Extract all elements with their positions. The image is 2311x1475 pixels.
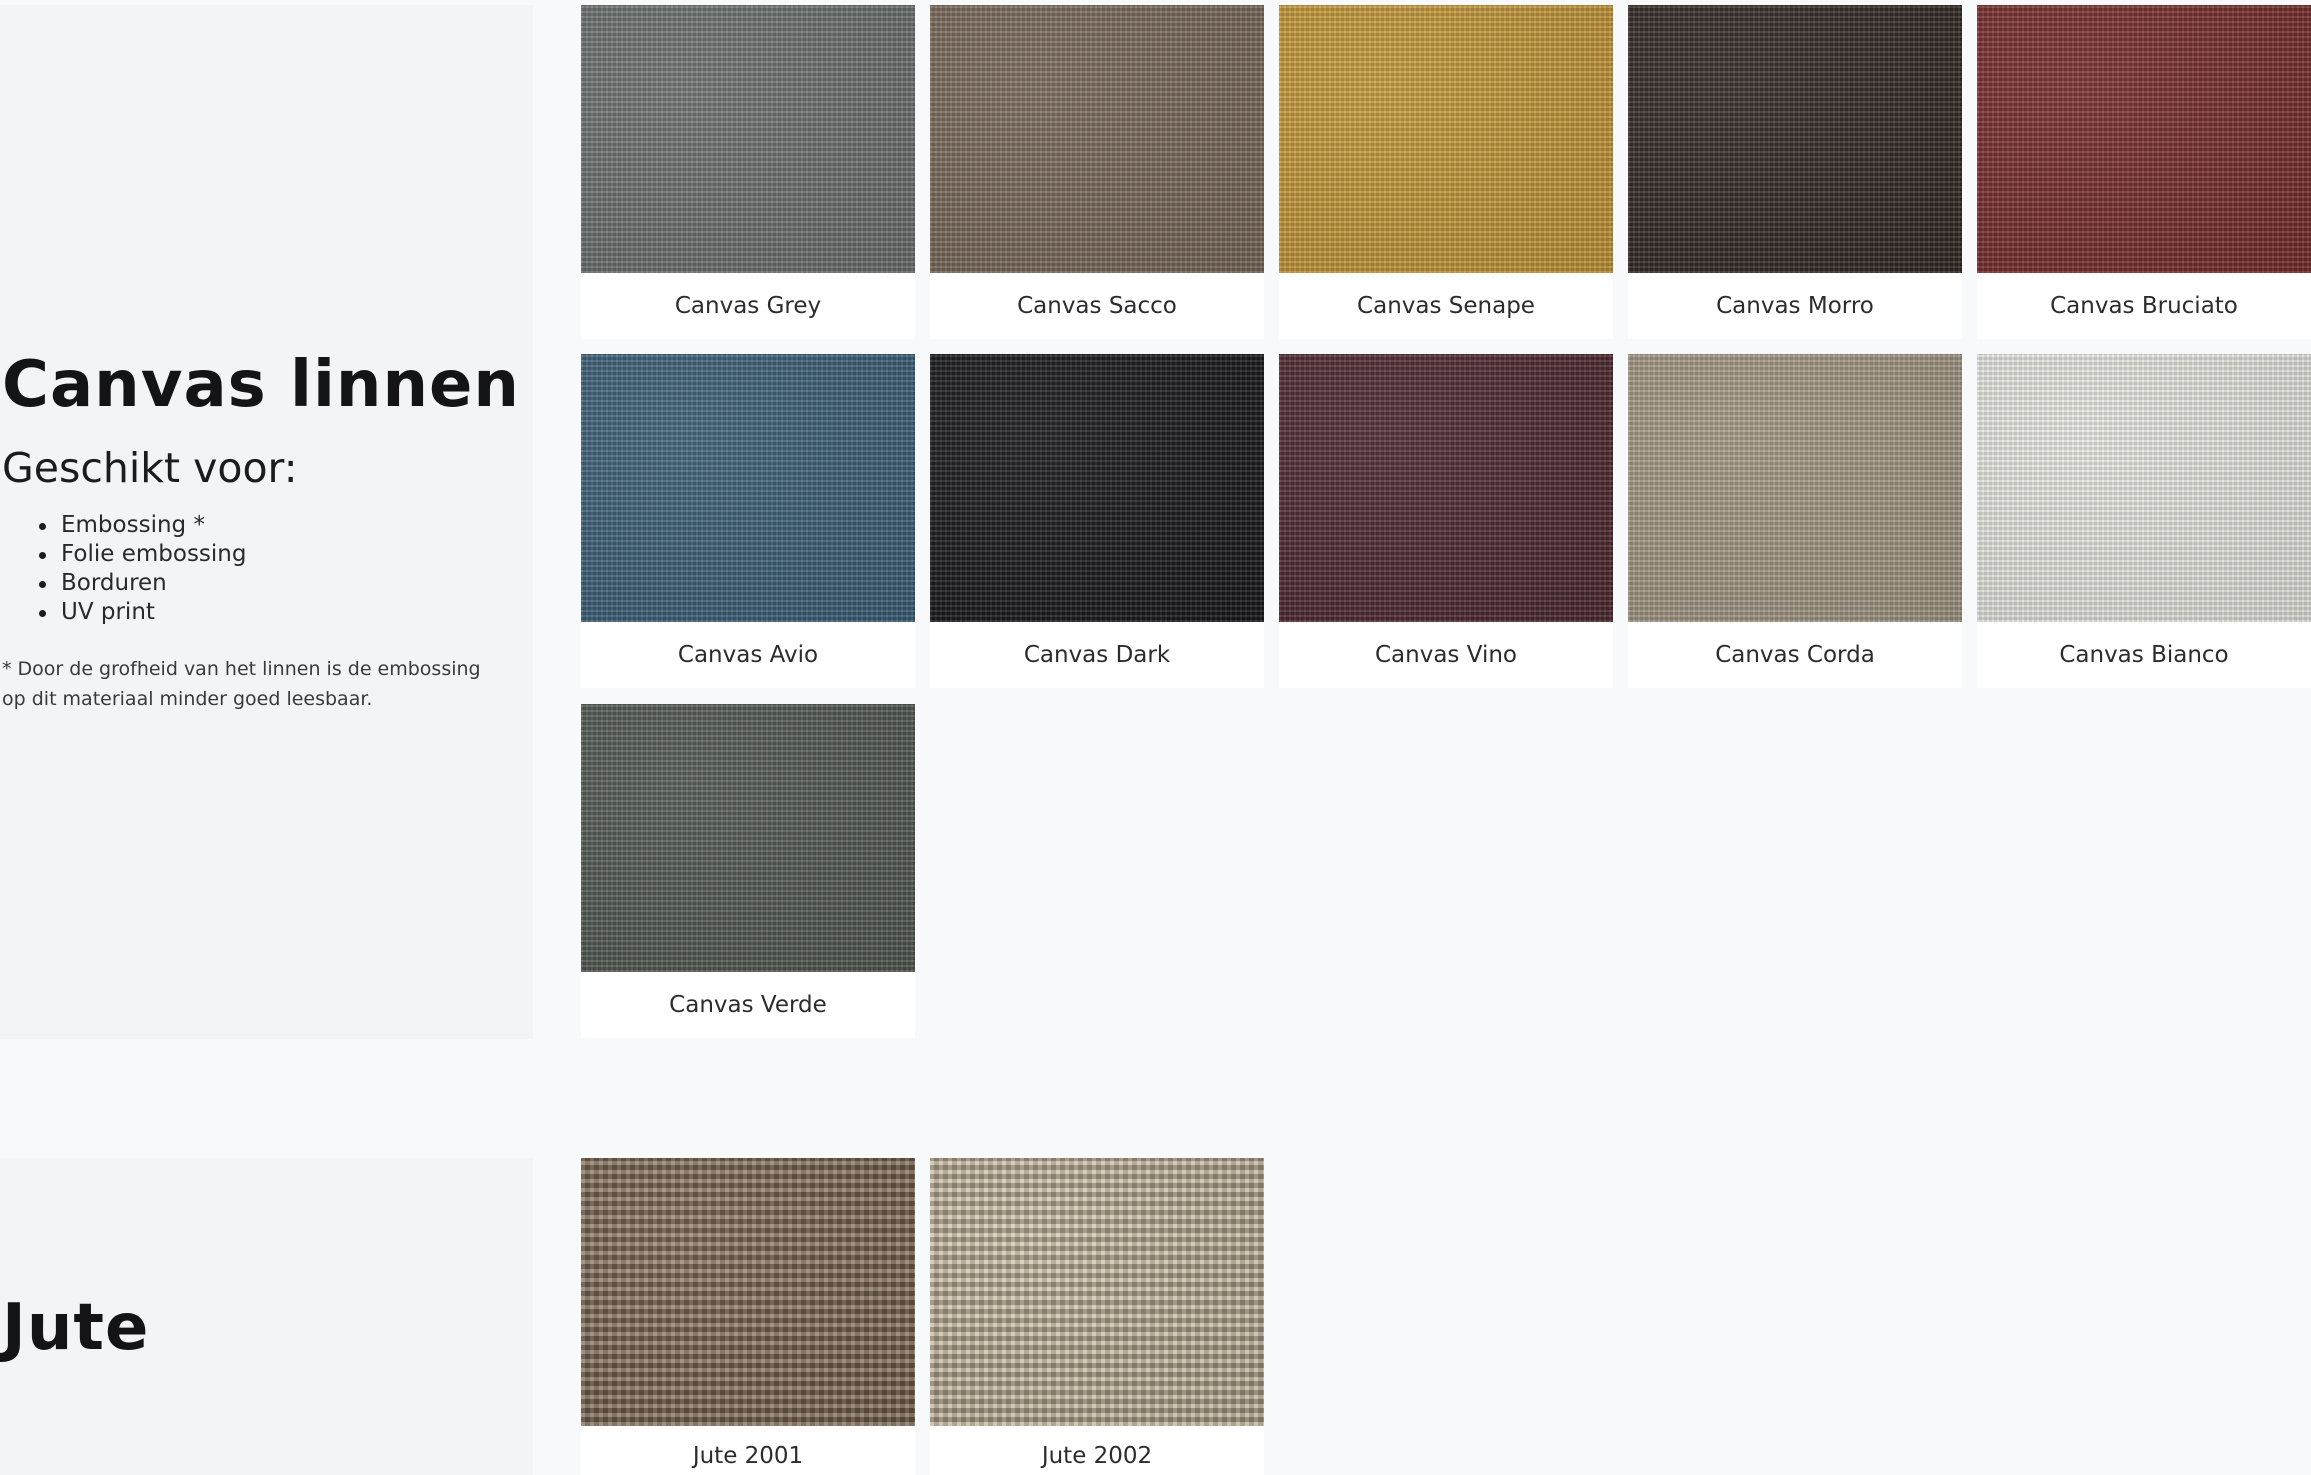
swatch-canvas-vino[interactable]: Canvas Vino [1279, 354, 1613, 688]
use-item-foil-embossing: Folie embossing [36, 540, 246, 569]
swatch-canvas-dark[interactable]: Canvas Dark [930, 354, 1264, 688]
swatch-image [581, 1158, 915, 1426]
jute-info-panel: Jute [0, 1158, 533, 1475]
swatch-label: Canvas Grey [674, 293, 822, 319]
swatch-label: Canvas Corda [1715, 642, 1875, 668]
swatch-canvas-morro[interactable]: Canvas Morro [1628, 5, 1962, 339]
swatch-label: Canvas Bianco [2059, 642, 2229, 668]
jute-section-title: Jute [2, 1291, 150, 1365]
swatch-canvas-corda[interactable]: Canvas Corda [1628, 354, 1962, 688]
swatch-jute-2001[interactable]: Jute 2001 [581, 1158, 915, 1475]
swatch-canvas-senape[interactable]: Canvas Senape [1279, 5, 1613, 339]
swatch-canvas-verde[interactable]: Canvas Verde [581, 704, 915, 1038]
swatch-canvas-avio[interactable]: Canvas Avio [581, 354, 915, 688]
swatch-image [581, 354, 915, 622]
swatch-canvas-grey[interactable]: Canvas Grey [581, 5, 915, 339]
use-item-embossing: Embossing * [36, 511, 246, 540]
swatch-canvas-sacco[interactable]: Canvas Sacco [930, 5, 1264, 339]
canvas-info-panel: Canvas linnen Geschikt voor: Embossing *… [0, 5, 533, 1039]
swatch-image [1977, 354, 2311, 622]
swatch-label: Canvas Bruciato [2050, 293, 2238, 319]
swatch-image [930, 5, 1264, 273]
swatch-label: Canvas Sacco [1017, 293, 1177, 319]
swatch-image [1628, 5, 1962, 273]
embossing-footnote: * Door de grofheid van het linnen is de … [2, 658, 481, 710]
swatch-label: Canvas Vino [1375, 642, 1517, 668]
swatch-label: Jute 2002 [1041, 1443, 1153, 1469]
materials-page: Canvas linnen Geschikt voor: Embossing *… [0, 0, 2311, 1475]
use-item-embroidery: Borduren [36, 569, 246, 598]
swatch-image [1977, 5, 2311, 273]
swatch-label: Jute 2001 [692, 1443, 804, 1469]
swatch-image [930, 354, 1264, 622]
swatch-image [930, 1158, 1264, 1426]
swatch-image [581, 5, 915, 273]
suited-for-list: Embossing * Folie embossing Borduren UV … [36, 511, 246, 627]
swatch-image [581, 704, 915, 972]
swatch-image [1628, 354, 1962, 622]
swatch-canvas-bruciato[interactable]: Canvas Bruciato [1977, 5, 2311, 339]
swatch-jute-2002[interactable]: Jute 2002 [930, 1158, 1264, 1475]
use-item-uv-print: UV print [36, 598, 246, 627]
swatch-image [1279, 354, 1613, 622]
swatch-label: Canvas Morro [1716, 293, 1874, 319]
swatch-canvas-bianco[interactable]: Canvas Bianco [1977, 354, 2311, 688]
swatch-label: Canvas Avio [677, 642, 819, 668]
swatch-label: Canvas Verde [669, 992, 827, 1018]
canvas-section-title: Canvas linnen [2, 348, 520, 422]
suited-for-heading: Geschikt voor: [2, 444, 298, 492]
swatch-label: Canvas Dark [1023, 642, 1171, 668]
swatch-image [1279, 5, 1613, 273]
swatch-label: Canvas Senape [1357, 293, 1535, 319]
